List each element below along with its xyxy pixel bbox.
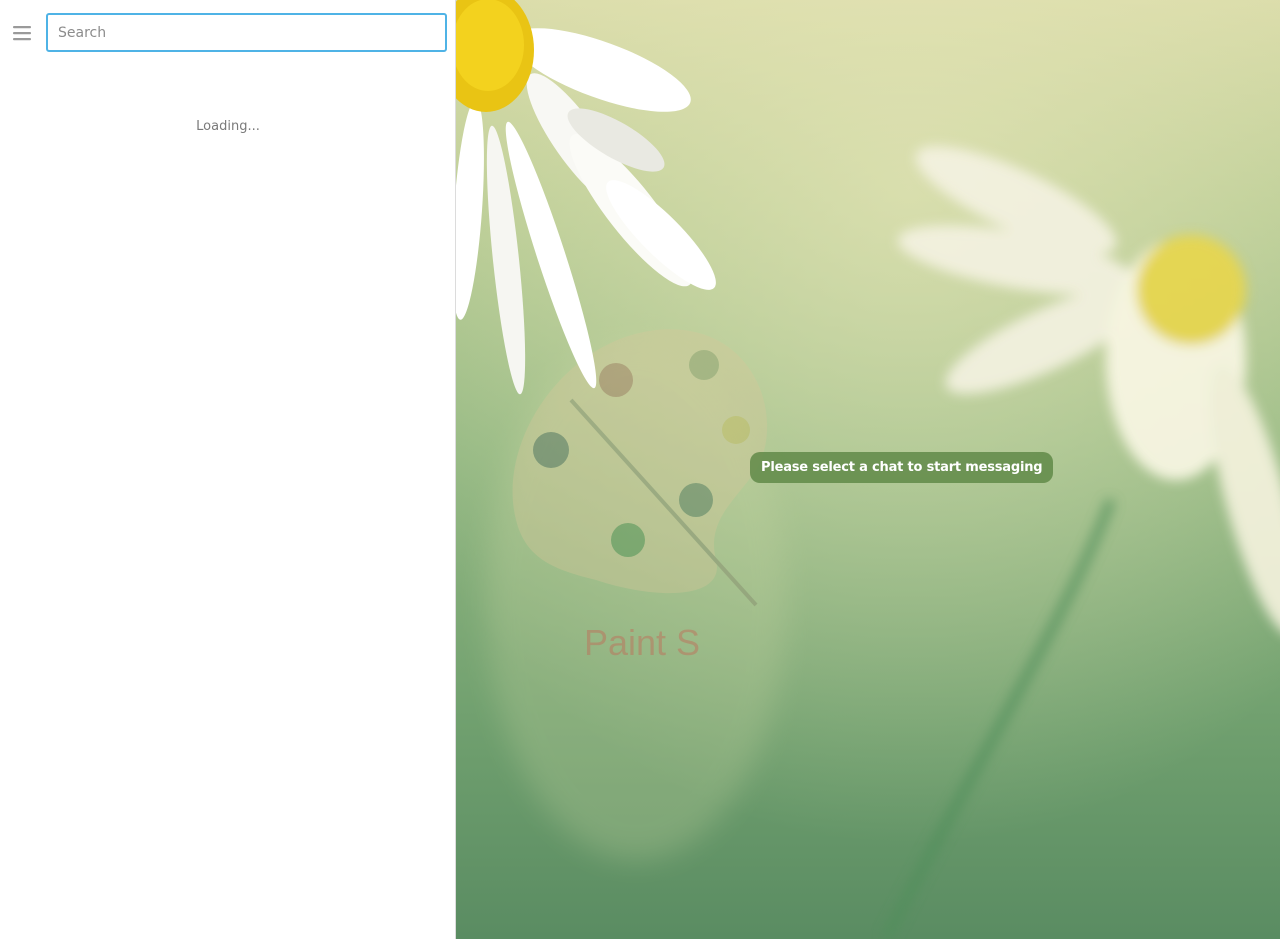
hamburger-menu-button[interactable] — [8, 20, 36, 46]
search-box — [46, 13, 447, 52]
select-chat-message: Please select a chat to start messaging — [750, 452, 1054, 483]
chat-area: Paint S Please select a chat to start me… — [456, 0, 1280, 939]
search-input[interactable] — [48, 15, 445, 50]
chat-list-loading-text: Loading... — [196, 119, 260, 134]
hamburger-menu-icon — [13, 26, 31, 41]
chat-list-sidebar: Loading... — [0, 0, 456, 939]
sidebar-header — [0, 0, 455, 66]
watermark-text: Paint S — [584, 622, 700, 663]
messenger-app: Loading... — [0, 0, 1280, 939]
